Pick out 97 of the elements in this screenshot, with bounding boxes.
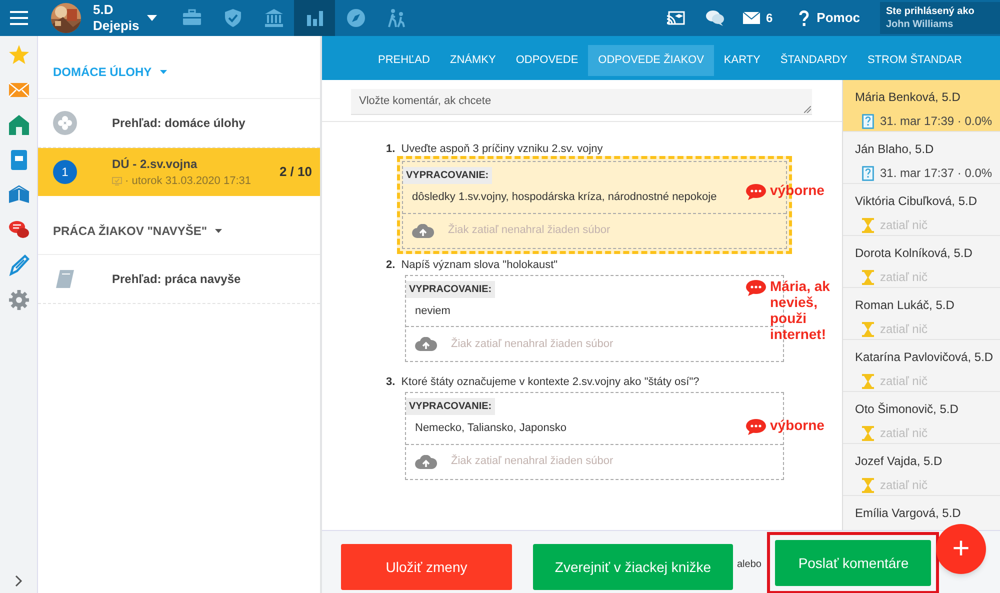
bank-icon	[264, 8, 284, 28]
question-text: Napíš význam slova "holokaust"	[401, 258, 558, 272]
submission-count: 2 / 10	[279, 163, 312, 182]
student-name: Jozef Vajda, 5.D	[855, 453, 944, 470]
resize-grip-icon[interactable]	[804, 106, 811, 113]
student-name: Dorota Kolníková, 5.D	[855, 245, 974, 262]
monitor-check-icon	[112, 176, 122, 186]
teacher-comment: výborne	[770, 417, 826, 433]
pen-icon[interactable]	[8, 254, 30, 276]
hourglass-icon	[862, 374, 874, 388]
student-row[interactable]: Oto Šimonovič, 5.D zatiaľ nič	[843, 392, 1000, 444]
message-count: 6	[766, 10, 773, 27]
question-text: Ktoré štáty označujeme v kontexte 2.sv.vojny ako "štáty osí"?	[401, 375, 700, 389]
settings-icon[interactable]	[8, 289, 30, 311]
subject-name: Dejepis	[93, 18, 140, 34]
submission-status: zatiaľ nič	[880, 321, 928, 338]
save-button[interactable]: Uložiť zmeny	[341, 544, 512, 590]
teacher-comment: Mária, ak nevieš, použi internet!	[770, 278, 831, 342]
envelope-icon[interactable]	[742, 12, 760, 24]
comment-bubble-icon[interactable]	[746, 280, 766, 296]
chat-icon[interactable]	[706, 10, 724, 26]
upload-cloud-icon[interactable]	[412, 224, 434, 238]
item-title: Prehľad: domáce úlohy	[112, 115, 246, 132]
caret-icon	[160, 70, 167, 74]
question-document-icon	[862, 114, 874, 128]
compass-icon	[346, 8, 366, 28]
student-name: Mária Benková, 5.D	[855, 89, 962, 106]
cast-icon[interactable]	[666, 11, 685, 25]
upload-cloud-icon[interactable]	[415, 337, 437, 351]
student-name: Katarína Pavlovičová, 5.D	[855, 349, 994, 366]
help-link[interactable]: Pomoc	[798, 8, 860, 28]
answer-label: VYPRACOVANIE:	[403, 167, 492, 184]
class-code: 5.D	[93, 2, 114, 18]
chat-bubbles-icon[interactable]	[8, 219, 30, 241]
submission-status: zatiaľ nič	[880, 373, 928, 390]
item-title: Prehľad: práca navyše	[112, 271, 242, 288]
hourglass-icon	[862, 322, 874, 336]
chevron-right-icon[interactable]	[14, 575, 22, 587]
question-number: 3.	[386, 375, 396, 389]
flower-icon	[53, 111, 77, 135]
submission-status: zatiaľ nič	[880, 477, 928, 494]
student-name: Emília Vargová, 5.D	[855, 505, 962, 522]
walking-people-icon	[386, 8, 407, 28]
answer-label: VYPRACOVANIE:	[406, 280, 495, 298]
book-icon	[53, 267, 77, 291]
submission-status: zatiaľ nič	[880, 217, 928, 234]
number-badge: 1	[53, 160, 77, 184]
student-name: Roman Lukáč, 5.D	[855, 297, 956, 314]
question-number: 1.	[386, 142, 396, 156]
due-date: · utorok 31.03.2020 17:31	[125, 174, 251, 189]
hourglass-icon	[862, 270, 874, 284]
upload-placeholder: Žiak zatiaľ nenahral žiaden súbor	[448, 222, 610, 238]
question-number: 2.	[386, 258, 396, 272]
submission-status: 31. mar 17:39 · 0.0%	[880, 113, 992, 130]
submission-status: zatiaľ nič	[880, 269, 928, 286]
shield-icon	[222, 8, 243, 28]
menu-icon[interactable]	[10, 11, 28, 25]
caret-icon[interactable]	[147, 15, 158, 21]
login-label: Ste prihlásený ako	[886, 5, 976, 18]
briefcase-icon	[182, 8, 202, 28]
star-icon[interactable]	[8, 44, 30, 66]
comment-bubble-icon[interactable]	[746, 184, 766, 200]
student-row[interactable]: Dorota Kolníková, 5.D zatiaľ nič	[843, 236, 1000, 288]
question-document-icon	[862, 166, 874, 180]
hourglass-icon	[862, 426, 874, 440]
student-row[interactable]: Jozef Vajda, 5.D zatiaľ nič	[843, 444, 1000, 496]
caret-icon	[215, 229, 222, 233]
bar-chart-icon	[304, 8, 325, 28]
submission-status: zatiaľ nič	[880, 425, 928, 442]
user-name: John Williams	[886, 18, 954, 31]
student-row[interactable]: Katarína Pavlovičová, 5.D zatiaľ nič	[843, 340, 1000, 392]
section-heading[interactable]: PRÁCA ŽIAKOV "NAVYŠE"	[53, 222, 222, 240]
item-title: DÚ - 2.sv.vojna	[112, 156, 198, 173]
question-text: Uveďte aspoň 3 príčiny vzniku 2.sv. vojny	[401, 142, 603, 156]
question-icon	[798, 10, 809, 26]
submission-status: 31. mar 17:37 · 0.0%	[880, 165, 992, 182]
answer-label: VYPRACOVANIE:	[406, 398, 495, 415]
student-row[interactable]: Viktória Cibuľková, 5.D zatiaľ nič	[843, 184, 1000, 236]
hourglass-icon	[862, 218, 874, 232]
nav-tab[interactable]	[294, 0, 336, 36]
upload-cloud-icon[interactable]	[415, 454, 437, 468]
student-name: Viktória Cibuľková, 5.D	[855, 193, 978, 210]
house-icon[interactable]	[8, 114, 30, 136]
student-row[interactable]: Ján Blaho, 5.D 31. mar 17:37 · 0.0%	[843, 132, 1000, 184]
assignment-item[interactable]: 1 DÚ - 2.sv.vojna · utorok 31.03.2020 17:31 2 / 10	[38, 148, 320, 196]
student-name: Oto Šimonovič, 5.D	[855, 401, 960, 418]
comment-field[interactable]: Vložte komentár, ak chcete	[351, 88, 812, 114]
comment-bubble-icon[interactable]	[746, 419, 766, 435]
open-book-icon[interactable]	[8, 184, 30, 206]
student-row[interactable]: Mária Benková, 5.D 31. mar 17:39 · 0.0%	[843, 80, 1000, 132]
student-name: Ján Blaho, 5.D	[855, 141, 935, 158]
upload-placeholder: Žiak zatiaľ nenahral žiaden súbor	[451, 453, 614, 470]
student-row[interactable]: Roman Lukáč, 5.D zatiaľ nič	[843, 288, 1000, 340]
teacher-comment: výborne	[770, 182, 826, 198]
upload-placeholder: Žiak zatiaľ nenahral žiaden súbor	[451, 336, 614, 352]
hourglass-icon	[862, 478, 874, 492]
or-label: alebo	[737, 558, 762, 572]
